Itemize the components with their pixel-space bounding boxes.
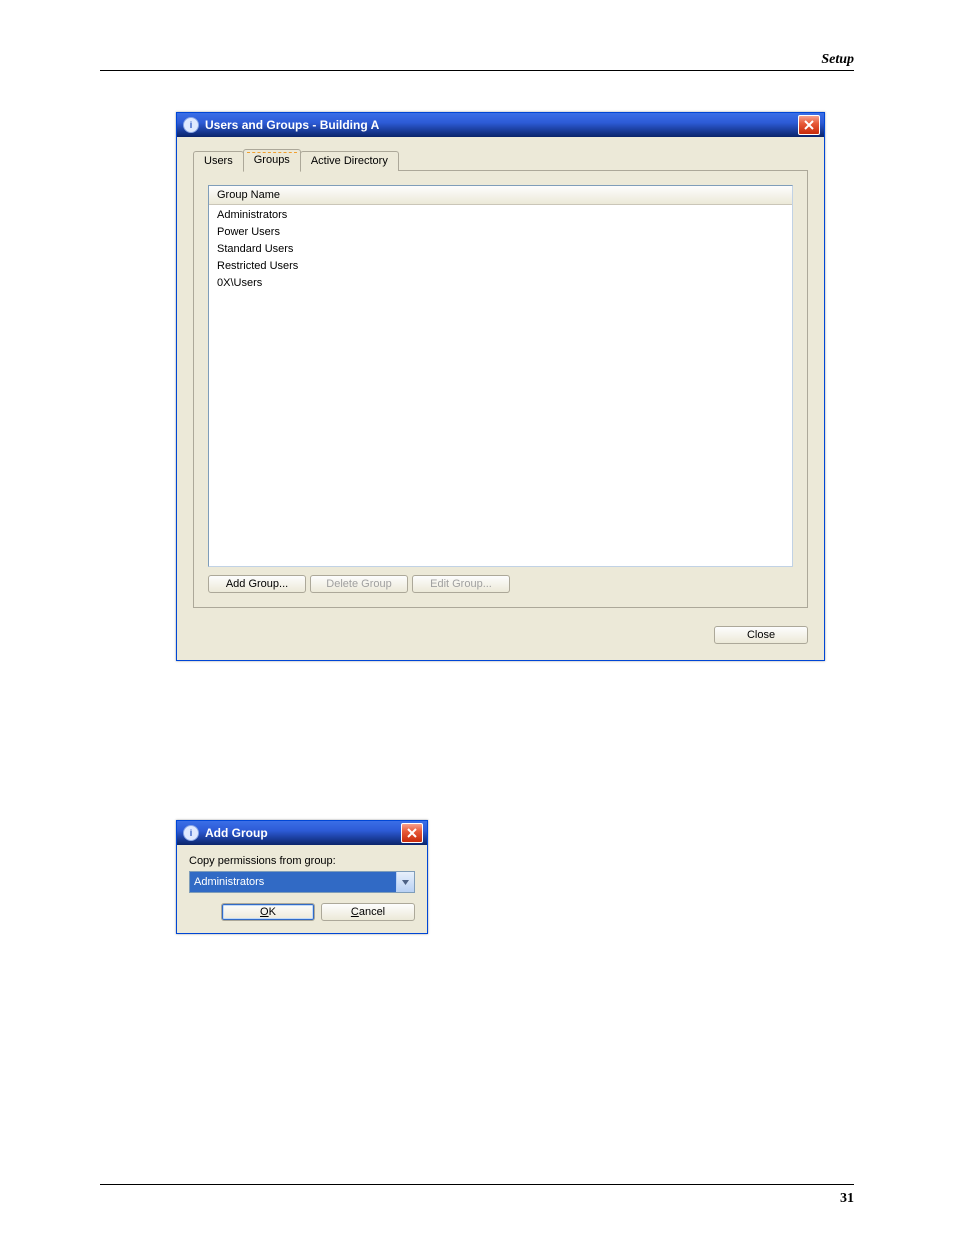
list-item[interactable]: 0X\Users — [215, 275, 786, 292]
tab-label: Active Directory — [311, 155, 388, 167]
list-item[interactable]: Administrators — [215, 207, 786, 224]
dialog-title: Users and Groups - Building A — [205, 118, 379, 132]
ok-rest: K — [269, 906, 276, 918]
combo-selected-value: Administrators — [190, 872, 396, 892]
page-number: 31 — [840, 1191, 854, 1207]
copy-permissions-label: Copy permissions from group: — [189, 855, 415, 867]
close-icon[interactable] — [798, 115, 820, 135]
tab-panel-groups: Group Name Administrators Power Users St… — [193, 170, 808, 608]
list-item[interactable]: Standard Users — [215, 241, 786, 258]
close-icon[interactable] — [401, 823, 423, 843]
app-icon: i — [183, 825, 199, 841]
tab-users[interactable]: Users — [193, 151, 244, 171]
cancel-button[interactable]: Cancel — [321, 903, 415, 921]
tab-active-directory[interactable]: Active Directory — [300, 151, 399, 171]
list-item[interactable]: Power Users — [215, 224, 786, 241]
chevron-down-icon[interactable] — [396, 872, 414, 892]
users-and-groups-dialog: i Users and Groups - Building A Users Gr… — [176, 112, 825, 661]
page-header-section: Setup — [821, 52, 854, 68]
footer-rule — [100, 1184, 854, 1185]
column-header-group-name[interactable]: Group Name — [209, 186, 792, 205]
list-item[interactable]: Restricted Users — [215, 258, 786, 275]
ok-button[interactable]: OK — [221, 903, 315, 921]
tab-strip: Users Groups Active Directory — [193, 149, 808, 171]
titlebar[interactable]: i Add Group — [177, 821, 427, 845]
tab-groups[interactable]: Groups — [243, 149, 301, 172]
copy-permissions-combo[interactable]: Administrators — [189, 871, 415, 893]
group-list[interactable]: Group Name Administrators Power Users St… — [208, 185, 793, 567]
edit-group-button[interactable]: Edit Group... — [412, 575, 510, 593]
close-button[interactable]: Close — [714, 626, 808, 644]
cancel-rest: ancel — [359, 906, 385, 918]
delete-group-button[interactable]: Delete Group — [310, 575, 408, 593]
app-icon: i — [183, 117, 199, 133]
tab-label: Groups — [254, 154, 290, 166]
titlebar[interactable]: i Users and Groups - Building A — [177, 113, 824, 137]
add-group-dialog: i Add Group Copy permissions from group:… — [176, 820, 428, 934]
cancel-mnemonic: C — [351, 906, 359, 918]
dialog-title: Add Group — [205, 826, 268, 840]
ok-mnemonic: O — [260, 906, 269, 918]
header-rule — [100, 70, 854, 71]
add-group-button[interactable]: Add Group... — [208, 575, 306, 593]
tab-label: Users — [204, 155, 233, 167]
